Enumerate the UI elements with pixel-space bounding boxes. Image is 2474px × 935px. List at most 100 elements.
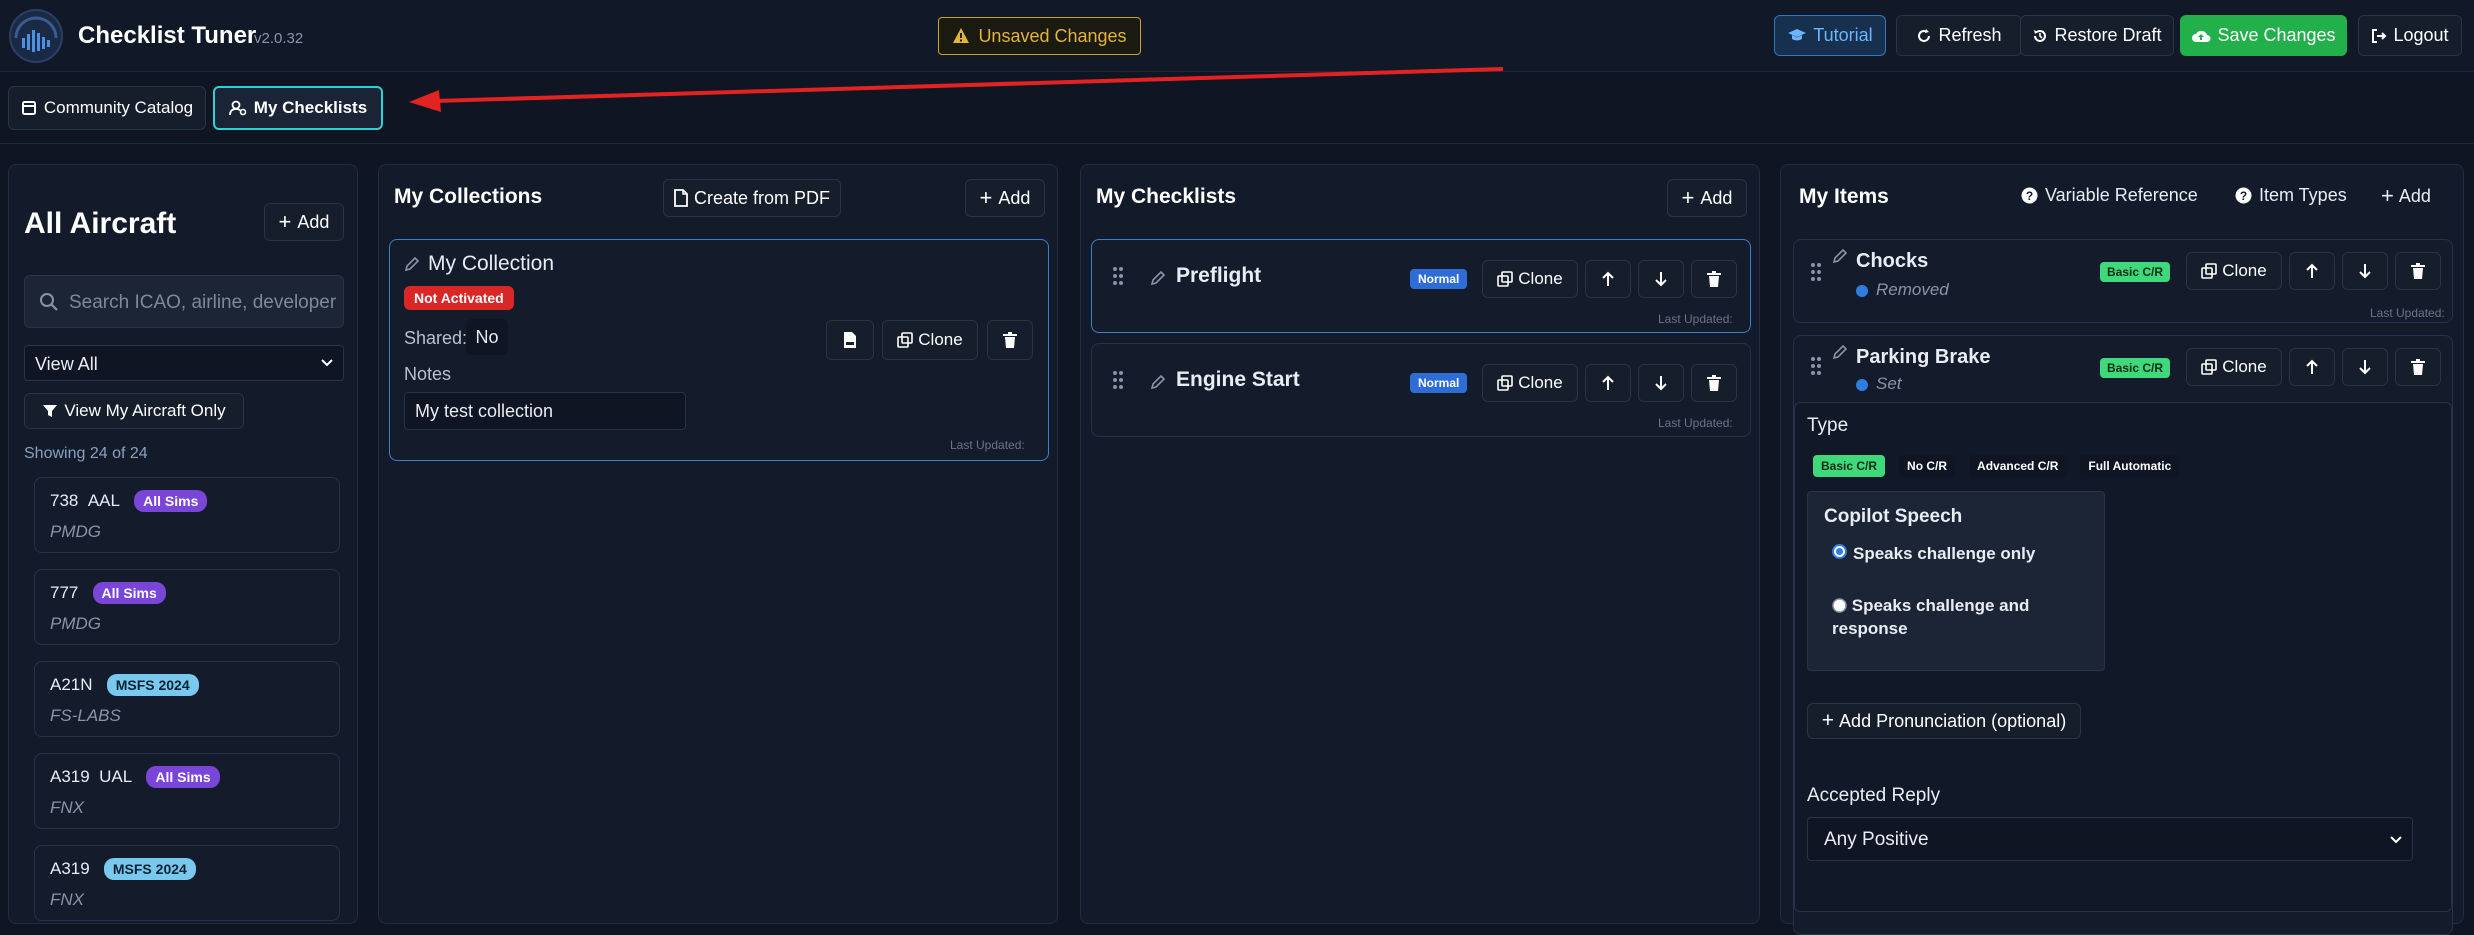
clone-item-button[interactable]: Clone (2186, 348, 2282, 386)
type-option-no-cr[interactable]: No C/R (1899, 455, 1956, 477)
view-my-aircraft-only-button[interactable]: View My Aircraft Only (24, 393, 244, 429)
accepted-reply-select[interactable]: Any Positive (1807, 817, 2413, 861)
history-icon (2032, 28, 2048, 44)
drag-handle-icon[interactable] (1810, 262, 1822, 282)
move-down-button[interactable] (1638, 364, 1684, 402)
svg-text:?: ? (2026, 189, 2033, 203)
move-up-button[interactable] (2289, 252, 2335, 290)
items-panel: My Items ? Variable Reference ? Item Typ… (1780, 164, 2464, 935)
aircraft-list-item[interactable]: 777 All Sims PMDG (34, 569, 340, 645)
developer-label: FNX (50, 890, 84, 909)
item-state: Removed (1856, 280, 1949, 300)
copilot-option-challenge-response[interactable]: Speaks challenge and response (1832, 594, 2092, 640)
aircraft-list-item[interactable]: A319 MSFS 2024 FNX (34, 845, 340, 921)
aircraft-list-item[interactable]: A319 UAL All Sims FNX (34, 753, 340, 829)
clone-icon (1497, 375, 1514, 391)
tab-my-checklists[interactable]: My Checklists (213, 86, 383, 130)
item-card-expanded[interactable]: Parking Brake Set Basic C/R Clone Type B… (1793, 335, 2453, 935)
pencil-icon[interactable] (1150, 374, 1166, 390)
restore-draft-button[interactable]: Restore Draft (2020, 15, 2174, 56)
aircraft-panel: All Aircraft + Add Search ICAO, airline,… (8, 164, 358, 924)
arrow-down-icon (2358, 263, 2372, 279)
move-down-button[interactable] (1638, 260, 1684, 298)
checklist-card[interactable]: Engine Start Normal Clone Last Updated: (1091, 343, 1751, 437)
item-state: Set (1856, 374, 1902, 394)
clone-checklist-button[interactable]: Clone (1482, 260, 1578, 298)
plus-icon: + (2381, 183, 2394, 208)
logout-button[interactable]: Logout (2358, 15, 2462, 56)
tutorial-button[interactable]: Tutorial (1774, 15, 1886, 56)
item-types-button[interactable]: ? Item Types (2235, 185, 2347, 206)
export-pdf-button[interactable] (826, 320, 874, 360)
trash-icon (1707, 271, 1721, 287)
trash-icon (2411, 359, 2425, 375)
arrow-down-icon (2358, 359, 2372, 375)
collection-card[interactable]: My Collection Not Activated Shared: No C… (389, 239, 1049, 461)
move-up-button[interactable] (2289, 348, 2335, 386)
clone-checklist-button[interactable]: Clone (1482, 364, 1578, 402)
refresh-icon (1916, 28, 1932, 44)
type-option-basic[interactable]: Basic C/R (1813, 455, 1886, 477)
drag-handle-icon[interactable] (1112, 370, 1124, 390)
file-pdf-icon (843, 331, 857, 349)
move-down-button[interactable] (2342, 348, 2388, 386)
add-collection-button[interactable]: + Add (965, 179, 1045, 217)
delete-checklist-button[interactable] (1691, 364, 1737, 402)
clone-collection-button[interactable]: Clone (882, 320, 978, 360)
item-card[interactable]: Chocks Removed Basic C/R Clone Last Upda… (1793, 239, 2453, 323)
move-down-button[interactable] (2342, 252, 2388, 290)
item-editor: Type Basic C/R No C/R Advanced C/R Full … (1794, 402, 2452, 912)
checklists-panel: My Checklists + Add Preflight Normal Clo… (1080, 164, 1760, 924)
clone-icon (2201, 263, 2218, 279)
developer-label: FNX (50, 798, 84, 817)
delete-item-button[interactable] (2395, 252, 2441, 290)
drag-handle-icon[interactable] (1112, 266, 1124, 286)
pencil-icon[interactable] (1832, 248, 1848, 264)
type-option-full-automatic[interactable]: Full Automatic (2080, 455, 2180, 477)
clone-item-button[interactable]: Clone (2186, 252, 2282, 290)
pencil-icon[interactable] (1832, 344, 1848, 360)
radio-unselected-icon (1832, 598, 1847, 613)
aircraft-search-input[interactable]: Search ICAO, airline, developer (24, 275, 344, 328)
save-changes-button[interactable]: Save Changes (2180, 15, 2347, 56)
delete-item-button[interactable] (2395, 348, 2441, 386)
tab-community-catalog[interactable]: Community Catalog (8, 86, 206, 130)
pencil-icon[interactable] (1150, 270, 1166, 286)
aircraft-list-item[interactable]: A21N MSFS 2024 FS-LABS (34, 661, 340, 737)
chevron-down-icon (2390, 835, 2402, 845)
app-title: Checklist Tuner (78, 22, 257, 49)
move-up-button[interactable] (1585, 260, 1631, 298)
add-aircraft-button[interactable]: + Add (264, 203, 344, 241)
checklist-card[interactable]: Preflight Normal Clone Last Updated: (1091, 239, 1751, 333)
add-item-button[interactable]: + Add (2381, 183, 2431, 209)
aircraft-list-item[interactable]: 738 AAL All Sims PMDG (34, 477, 340, 553)
add-checklist-button[interactable]: + Add (1667, 179, 1747, 217)
checklists-panel-title: My Checklists (1096, 185, 1237, 208)
item-type-badge: Basic C/R (2100, 262, 2171, 282)
drag-handle-icon[interactable] (1810, 356, 1822, 376)
item-name: Chocks (1856, 250, 1929, 272)
arrow-up-icon (1601, 271, 1615, 287)
refresh-button[interactable]: Refresh (1896, 15, 2022, 56)
arrow-down-icon (1654, 271, 1668, 287)
copilot-speech-box: Copilot Speech Speaks challenge only Spe… (1807, 491, 2105, 671)
create-from-pdf-button[interactable]: Create from PDF (663, 179, 841, 217)
sim-badge: All Sims (146, 766, 220, 788)
clone-icon (2201, 359, 2218, 375)
add-pronunciation-button[interactable]: + Add Pronunciation (optional) (1807, 703, 2081, 739)
copilot-option-challenge-only[interactable]: Speaks challenge only (1832, 544, 2035, 564)
delete-collection-button[interactable] (987, 320, 1033, 360)
trash-icon (1707, 375, 1721, 391)
state-dot (1856, 284, 1868, 297)
delete-checklist-button[interactable] (1691, 260, 1737, 298)
copilot-speech-title: Copilot Speech (1824, 506, 1963, 527)
shared-toggle[interactable]: No (466, 319, 508, 355)
search-placeholder: Search ICAO, airline, developer (69, 292, 337, 313)
last-updated-label: Last Updated: (1658, 312, 1733, 326)
type-option-advanced[interactable]: Advanced C/R (1969, 455, 2067, 477)
variable-reference-button[interactable]: ? Variable Reference (2021, 185, 2198, 206)
move-up-button[interactable] (1585, 364, 1631, 402)
notes-input[interactable]: My test collection (404, 392, 686, 430)
pencil-icon[interactable] (404, 256, 420, 272)
aircraft-filter-select[interactable]: View All (24, 345, 344, 381)
